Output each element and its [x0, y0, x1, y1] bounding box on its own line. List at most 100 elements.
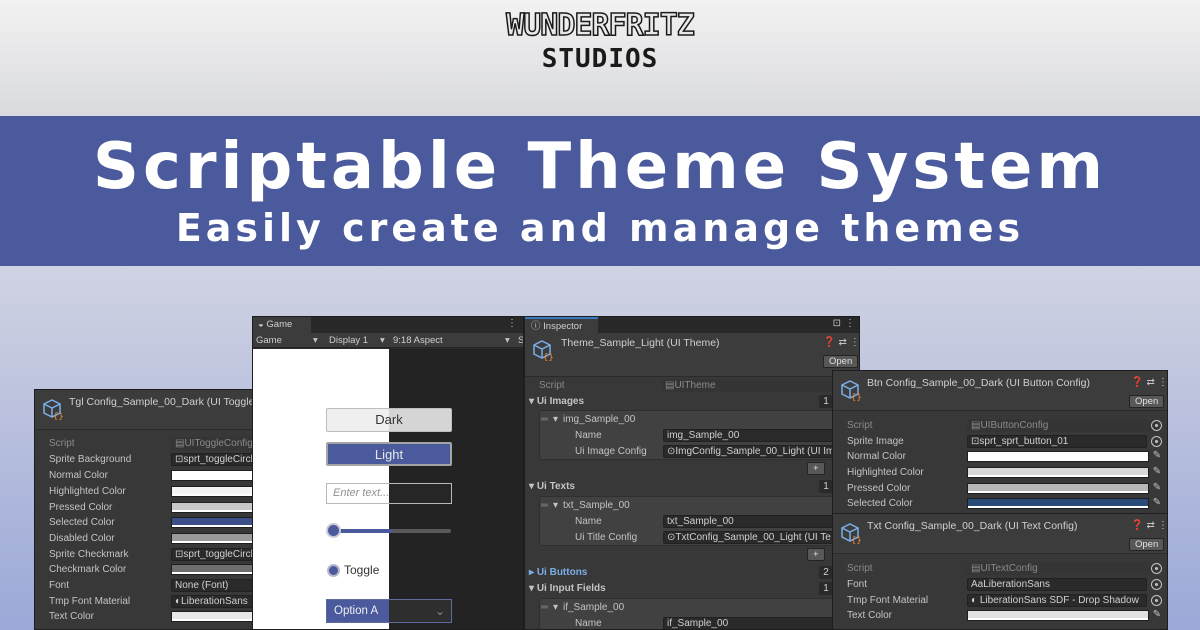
add-item-button[interactable]: + — [807, 548, 825, 561]
toggle-checkbox[interactable] — [327, 564, 340, 577]
pressed-color-swatch[interactable] — [967, 483, 1149, 494]
tab-inspector[interactable]: ⓘ Inspector — [525, 317, 598, 333]
font-field[interactable]: None (Font) — [171, 579, 263, 592]
list-item[interactable]: ═ ▾ img_Sample_00 — [525, 412, 859, 427]
script-field: ▤UITextConfig — [967, 562, 1157, 575]
text-color-swatch[interactable] — [967, 610, 1149, 621]
input-placeholder: Enter text... — [333, 487, 390, 499]
name-field[interactable]: if_Sample_00 — [663, 617, 859, 629]
object-picker-icon[interactable] — [1151, 595, 1162, 606]
disabled-color-swatch[interactable] — [171, 533, 263, 544]
property-label: Ui Title Config — [575, 532, 638, 543]
property-row: Normal Color — [35, 468, 263, 483]
object-picker-icon[interactable] — [1151, 436, 1162, 447]
normal-color-swatch[interactable] — [171, 470, 263, 481]
logo-line-1: WUNDERFRITZ — [505, 7, 695, 44]
property-label: Tmp Font Material — [847, 595, 929, 606]
property-row: Highlighted Color ✎ — [833, 465, 1167, 480]
eyedropper-icon[interactable]: ✎ — [1151, 609, 1163, 621]
chevron-down-icon: ▾ — [529, 481, 535, 492]
svg-text:{}: {} — [851, 393, 861, 401]
game-tab-bar: ◒ Game ⋮ — [253, 317, 523, 333]
sprite-background-field[interactable]: ⊡sprt_toggleCircle — [171, 453, 263, 466]
script-field: ▤UIButtonConfig — [967, 419, 1157, 432]
kebab-menu-icon[interactable]: ⋮ — [845, 318, 855, 329]
name-field[interactable]: txt_Sample_00 — [663, 515, 859, 528]
slider-track[interactable] — [333, 529, 451, 533]
banner-title: Scriptable Theme System — [92, 130, 1108, 204]
banner-subtitle: Easily create and manage themes — [175, 206, 1025, 250]
ui-buttons-section[interactable]: ▸ Ui Buttons — [525, 565, 587, 580]
ui-images-section[interactable]: ▾ Ui Images — [525, 394, 584, 409]
selected-color-swatch[interactable] — [171, 517, 263, 528]
list-item-label: if_Sample_00 — [563, 602, 625, 613]
open-button[interactable]: Open — [1129, 538, 1165, 551]
lock-icon[interactable]: ⊡ — [833, 318, 841, 329]
aspect-dropdown[interactable]: 9:18 Aspect — [393, 333, 443, 348]
ui-buttons-count[interactable]: 2 — [819, 566, 833, 579]
ui-texts-section[interactable]: ▾ Ui Texts — [525, 479, 575, 494]
font-field[interactable]: AaLiberationSans — [967, 578, 1147, 591]
open-button[interactable]: Open — [823, 355, 859, 368]
object-picker-icon[interactable] — [1151, 579, 1162, 590]
tmp-font-material-field[interactable]: ◐ LiberationSans SDF - Drop Shadow — [967, 594, 1147, 607]
list-item-label: txt_Sample_00 — [563, 500, 630, 511]
light-theme-button[interactable]: Light — [326, 442, 452, 466]
object-picker-icon[interactable] — [1151, 420, 1162, 431]
pressed-color-swatch[interactable] — [171, 502, 263, 513]
ui-input-fields-count[interactable]: 1 — [819, 582, 833, 595]
section-label: Ui Texts — [536, 481, 575, 492]
panel-header: {} Btn Config_Sample_00_Dark (UI Button … — [833, 371, 1167, 411]
header-icons[interactable]: ❓⇄⋮ — [823, 337, 859, 348]
property-label: Highlighted Color — [847, 467, 924, 478]
normal-color-swatch[interactable] — [967, 451, 1149, 462]
property-label: Tmp Font Material — [49, 596, 131, 607]
kebab-menu-icon[interactable]: ⋮ — [507, 318, 517, 329]
selected-color-swatch[interactable] — [967, 498, 1149, 509]
drag-handle-icon[interactable]: ═ — [541, 600, 548, 615]
text-color-swatch[interactable] — [171, 611, 263, 622]
add-item-button[interactable]: + — [807, 462, 825, 475]
header-icons[interactable]: ❓⇄⋮ — [1131, 377, 1167, 388]
dropdown-value: Option A — [334, 605, 379, 617]
property-row: Ui Image Config ⊙ImgConfig_Sample_00_Lig… — [525, 444, 859, 459]
ui-images-count[interactable]: 1 — [819, 395, 833, 408]
image-config-field[interactable]: ⊙ImgConfig_Sample_00_Light (UI Ima — [663, 445, 859, 458]
option-dropdown[interactable]: Option A ⌄ — [326, 599, 452, 623]
object-picker-icon[interactable] — [1151, 563, 1162, 574]
eyedropper-icon[interactable]: ✎ — [1151, 482, 1163, 494]
title-banner: Scriptable Theme System Easily create an… — [0, 116, 1200, 266]
chevron-down-icon: ⌄ — [434, 604, 445, 618]
open-button[interactable]: Open — [1129, 395, 1165, 408]
header-icons[interactable]: ❓⇄⋮ — [1131, 520, 1167, 531]
property-label: Selected Color — [49, 517, 115, 528]
ui-texts-count[interactable]: 1 — [819, 480, 833, 493]
display-dropdown[interactable]: Display 1 — [329, 333, 368, 348]
highlighted-color-swatch[interactable] — [967, 467, 1149, 478]
tmp-font-material-field[interactable]: ◐LiberationSans — [171, 595, 263, 608]
property-row: Text Color ✎ — [833, 608, 1167, 623]
drag-handle-icon[interactable]: ═ — [541, 498, 548, 513]
property-row: Text Color — [35, 609, 263, 624]
drag-handle-icon[interactable]: ═ — [541, 412, 548, 427]
property-label: Text Color — [847, 610, 893, 621]
ui-input-fields-section[interactable]: ▾ Ui Input Fields — [525, 581, 606, 596]
sprite-checkmark-field[interactable]: ⊡sprt_toggleCircle — [171, 548, 263, 561]
eyedropper-icon[interactable]: ✎ — [1151, 450, 1163, 462]
eyedropper-icon[interactable]: ✎ — [1151, 497, 1163, 509]
dark-theme-button[interactable]: Dark — [326, 408, 452, 432]
sprite-image-field[interactable]: ⊡sprt_sprt_button_01 — [967, 435, 1147, 448]
text-input-field[interactable]: Enter text... — [326, 483, 452, 504]
tab-game[interactable]: ◒ Game — [253, 317, 311, 333]
list-item[interactable]: ═ ▾ txt_Sample_00 — [525, 498, 859, 513]
property-row: Name if_Sample_00 — [525, 616, 859, 629]
checkmark-color-swatch[interactable] — [171, 564, 263, 575]
slider-handle[interactable] — [326, 523, 341, 538]
game-mode-dropdown[interactable]: Game — [256, 333, 282, 348]
button-config-panel: {} Btn Config_Sample_00_Dark (UI Button … — [832, 370, 1168, 516]
title-config-field[interactable]: ⊙TxtConfig_Sample_00_Light (UI Te — [663, 531, 859, 544]
name-field[interactable]: img_Sample_00 — [663, 429, 859, 442]
highlighted-color-swatch[interactable] — [171, 486, 263, 497]
list-item[interactable]: ═ ▾ if_Sample_00 — [525, 600, 859, 615]
eyedropper-icon[interactable]: ✎ — [1151, 466, 1163, 478]
